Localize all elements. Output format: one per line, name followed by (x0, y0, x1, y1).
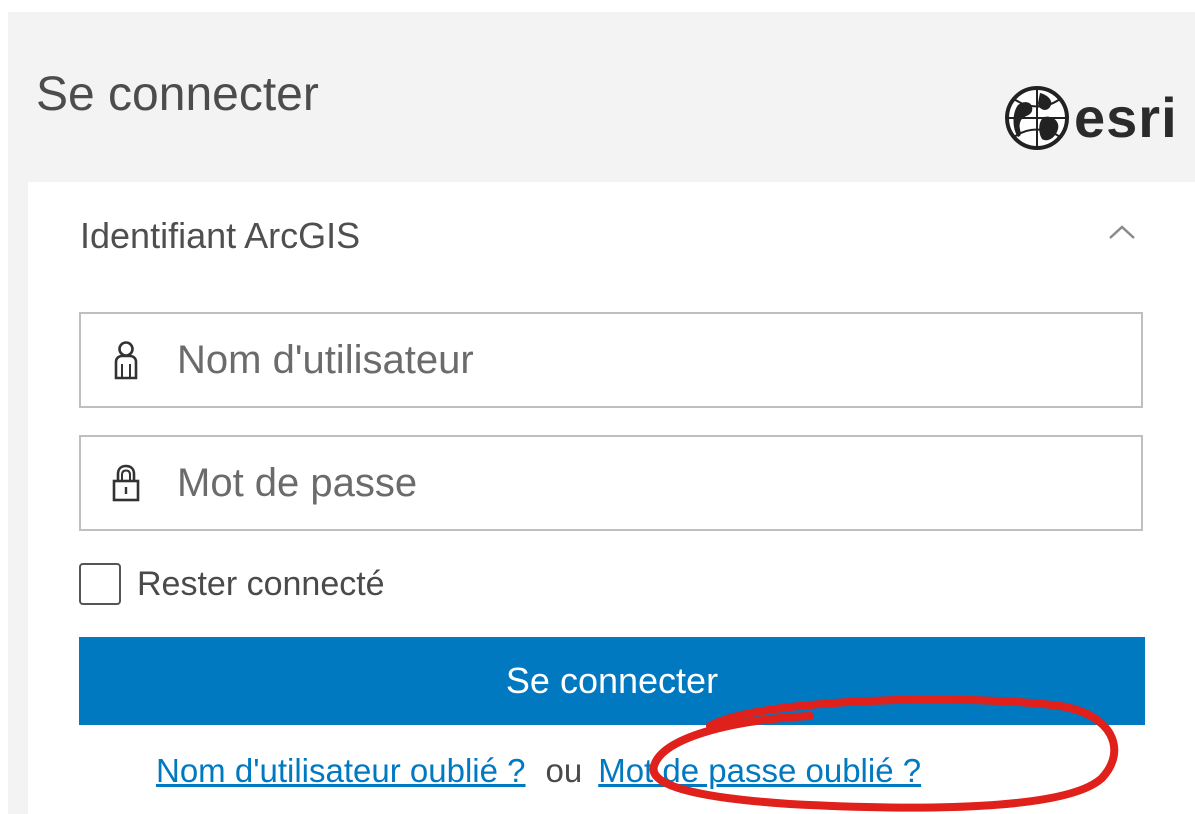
logo-text: esri (1074, 86, 1178, 149)
login-card: Identifiant ArcGIS Rester connec (28, 182, 1195, 814)
section-title: Identifiant ArcGIS (80, 215, 361, 256)
esri-logo: esri (1004, 82, 1195, 154)
remember-checkbox[interactable] (79, 563, 121, 605)
globe-icon (1005, 86, 1069, 150)
lock-icon (105, 460, 147, 506)
remember-me[interactable]: Rester connecté (79, 560, 385, 608)
password-field[interactable] (79, 435, 1143, 531)
forgot-username-link[interactable]: Nom d'utilisateur oublié ? (156, 752, 526, 790)
link-separator: ou (545, 752, 583, 789)
username-field[interactable] (79, 312, 1143, 408)
remember-label[interactable]: Rester connecté (137, 565, 385, 604)
page-title: Se connecter (36, 68, 319, 121)
password-input[interactable] (177, 460, 1077, 506)
forgot-password-link[interactable]: Mot de passe oublié ? (598, 752, 921, 790)
signin-button[interactable]: Se connecter (79, 637, 1145, 725)
chevron-up-icon[interactable] (1104, 220, 1140, 244)
username-input[interactable] (177, 337, 1077, 383)
help-links: Nom d'utilisateur oublié ? ou Mot de pas… (156, 748, 921, 794)
user-icon (105, 337, 147, 383)
